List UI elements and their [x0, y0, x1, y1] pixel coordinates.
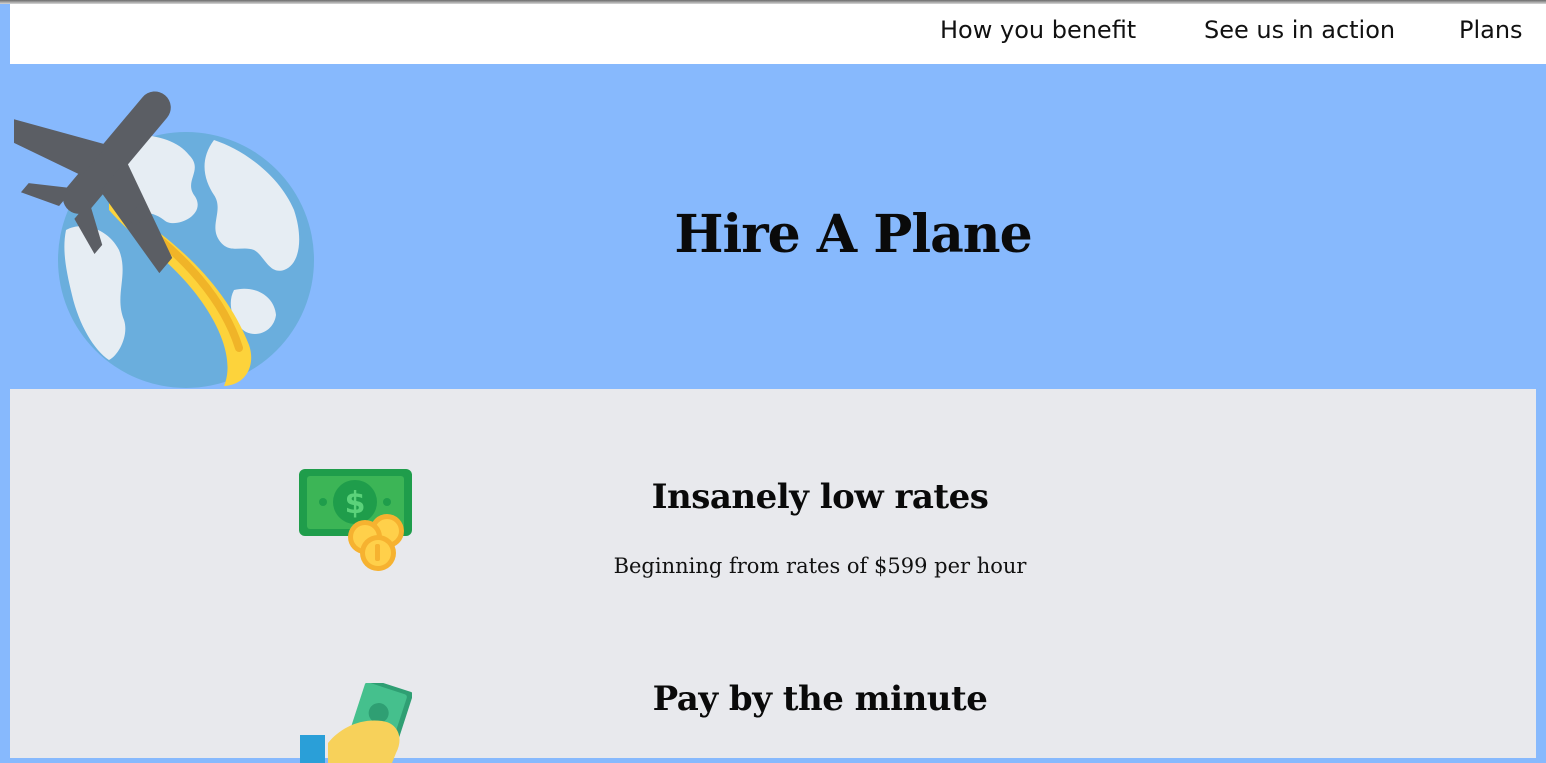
- hero-title: Hire A Plane: [674, 204, 1032, 265]
- nav-link-plans[interactable]: Plans: [1459, 16, 1523, 44]
- hero-section: Hire A Plane: [10, 64, 1536, 389]
- svg-text:$: $: [345, 486, 366, 521]
- hand-cash-icon: [300, 683, 412, 763]
- top-navbar: How you benefit See us in action Plans: [10, 4, 1546, 64]
- money-coins-icon: $: [299, 469, 412, 571]
- feature-title-low-rates: Insanely low rates: [651, 477, 989, 517]
- feature-description-low-rates: Beginning from rates of $599 per hour: [613, 554, 1027, 578]
- nav-link-how-you-benefit[interactable]: How you benefit: [940, 16, 1136, 44]
- features-section: $ Insanely low rates Beginning from rate…: [10, 389, 1536, 763]
- nav-link-see-us-in-action[interactable]: See us in action: [1204, 16, 1395, 44]
- feature-title-pay-by-minute: Pay by the minute: [652, 679, 988, 719]
